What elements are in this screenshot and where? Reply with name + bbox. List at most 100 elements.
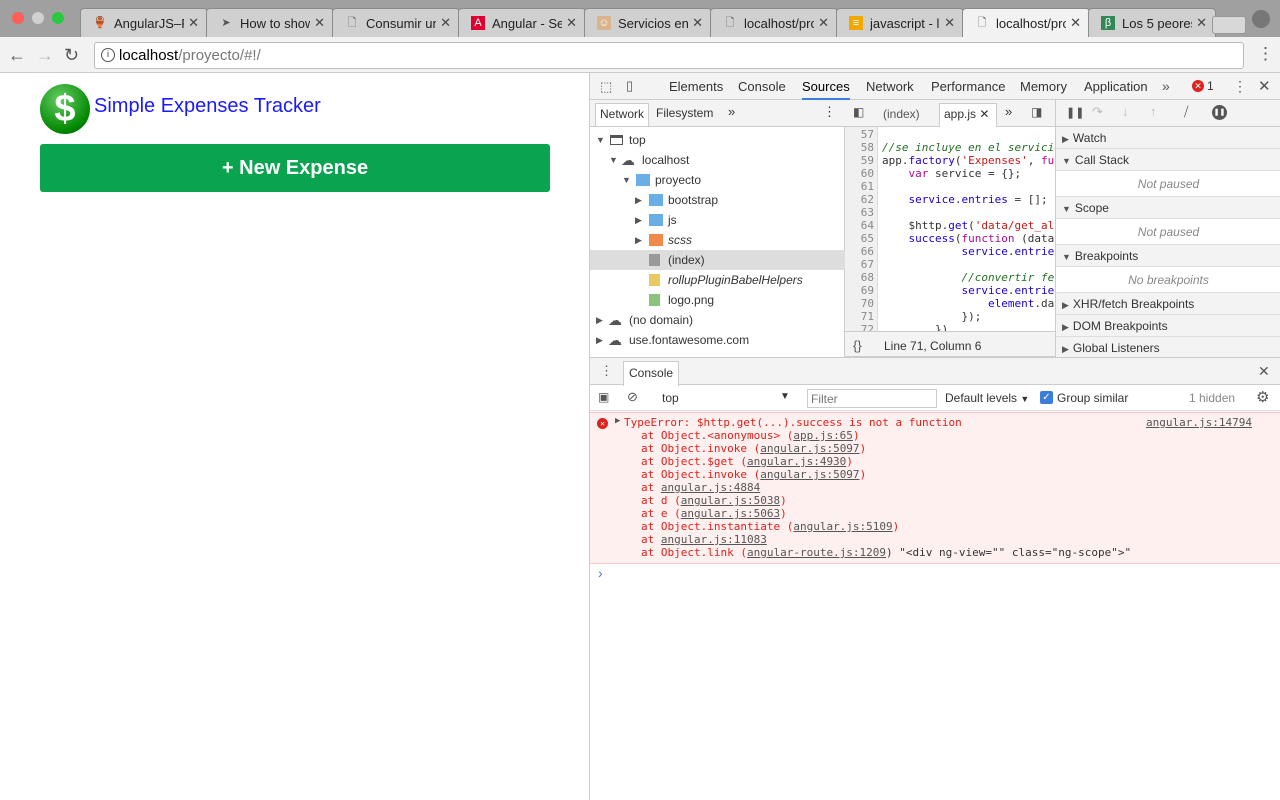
code-line[interactable]: 69 service.entries <box>845 284 1055 297</box>
close-devtools-icon[interactable]: ✕ <box>1258 77 1271 95</box>
tree-item[interactable]: ▼ proyecto <box>590 170 845 190</box>
pause-icon[interactable]: ❚❚ <box>1066 106 1084 119</box>
tree-item[interactable]: rollupPluginBabelHelpers <box>590 270 845 290</box>
context-selector[interactable]: top <box>662 391 679 405</box>
line-number[interactable]: 60 <box>845 167 874 180</box>
tree-item[interactable]: ▶ ☁ (no domain) <box>590 310 845 330</box>
forward-icon[interactable]: → <box>36 45 54 66</box>
minimize-window-button[interactable] <box>32 12 44 24</box>
devtools-tab-application[interactable]: Application <box>1084 73 1148 100</box>
close-tab-icon[interactable]: ✕ <box>818 15 829 31</box>
app-title[interactable]: Simple Expenses Tracker <box>94 95 321 118</box>
navigator-menu-icon[interactable]: ⋮ <box>823 104 836 120</box>
line-number[interactable]: 67 <box>845 258 874 271</box>
tree-item[interactable]: (index) <box>590 250 845 270</box>
close-tab-icon[interactable]: ✕ <box>440 15 451 31</box>
close-tab-icon[interactable]: ✕ <box>188 15 199 31</box>
navigator-tab-network[interactable]: Network <box>595 103 650 126</box>
code-line[interactable]: 72 }). <box>845 323 955 331</box>
step-out-icon[interactable]: ↑ <box>1150 104 1157 119</box>
line-number[interactable]: 69 <box>845 284 874 297</box>
code-line[interactable]: 59 app.factory('Expenses', function <box>845 154 1055 167</box>
code-line[interactable]: 70 element.dat <box>845 297 1055 310</box>
new-tab-button[interactable] <box>1212 16 1246 34</box>
editor-tab-appjs[interactable]: app.js ✕ <box>939 103 997 127</box>
log-levels-dropdown[interactable]: Default levels ▼ <box>945 391 1029 405</box>
close-tab-icon[interactable]: ✕ <box>1196 15 1207 31</box>
debugger-section-xhr-fetch-breakpoints[interactable]: ▶ XHR/fetch Breakpoints <box>1056 293 1280 315</box>
maximize-window-button[interactable] <box>52 12 64 24</box>
more-tabs-icon[interactable]: » <box>1162 78 1170 94</box>
toggle-debugger-icon[interactable]: ◨ <box>1031 105 1042 119</box>
line-number[interactable]: 70 <box>845 297 874 310</box>
stack-frame-link[interactable]: angular.js:11083 <box>661 533 767 546</box>
toggle-navigator-icon[interactable]: ◧ <box>853 105 864 119</box>
debugger-section-dom-breakpoints[interactable]: ▶ DOM Breakpoints <box>1056 315 1280 337</box>
browser-tab[interactable]: ☺ Servicios en ✕ <box>584 8 712 37</box>
code-line[interactable]: 64 $http.get('data/get_all <box>845 219 1055 232</box>
reload-icon[interactable]: ↻ <box>64 45 79 66</box>
stack-frame-link[interactable]: angular.js:4884 <box>661 481 760 494</box>
close-tab-icon[interactable]: ✕ <box>314 15 325 31</box>
browser-tab[interactable]: ≡ javascript - l ✕ <box>836 8 964 37</box>
tree-item[interactable]: ▶ scss <box>590 230 845 250</box>
stack-frame-link[interactable]: angular.js:4930 <box>747 455 846 468</box>
devtools-tab-network[interactable]: Network <box>866 73 914 100</box>
stack-frame-link[interactable]: angular.js:5063 <box>681 507 780 520</box>
tree-item[interactable]: ▶ js <box>590 210 845 230</box>
devtools-tab-memory[interactable]: Memory <box>1020 73 1067 100</box>
collapsed-arrow-icon[interactable]: ▶ <box>596 330 603 350</box>
close-tab-icon[interactable]: ✕ <box>566 15 577 31</box>
code-line[interactable]: 68 //convertir fec <box>845 271 1055 284</box>
console-filter-input[interactable] <box>807 389 937 408</box>
new-expense-button[interactable]: + New Expense <box>40 144 550 192</box>
close-tab-icon[interactable]: ✕ <box>979 107 989 121</box>
close-drawer-icon[interactable]: ✕ <box>1258 363 1270 380</box>
inspect-element-icon[interactable]: ⬚ <box>600 79 612 95</box>
browser-tab[interactable]: A Angular - Se ✕ <box>458 8 586 37</box>
address-bar[interactable]: i localhost/proyecto/#!/ <box>94 42 1244 69</box>
code-line[interactable]: 60 var service = {}; <box>845 167 1021 180</box>
devtools-tab-sources[interactable]: Sources <box>802 73 850 100</box>
line-number[interactable]: 61 <box>845 180 874 193</box>
code-line[interactable]: 58 //se incluye en el servicio <box>845 141 1055 154</box>
close-tab-icon[interactable]: ✕ <box>944 15 955 31</box>
collapsed-arrow-icon[interactable]: ▶ <box>635 210 642 230</box>
more-editor-tabs-icon[interactable]: » <box>1005 104 1012 119</box>
drawer-menu-icon[interactable]: ⋮ <box>600 363 613 379</box>
expand-arrow-icon[interactable]: ▶ <box>615 416 620 426</box>
menu-icon[interactable]: ⋮ <box>1257 44 1274 64</box>
browser-tab[interactable]: 🏺 AngularJS–P ✕ <box>80 8 208 37</box>
tree-item[interactable]: ▼ top <box>590 130 845 150</box>
step-into-icon[interactable]: ↓ <box>1122 104 1129 119</box>
stack-frame-link[interactable]: angular-route.js:1209 <box>747 546 886 559</box>
pause-on-exceptions-icon[interactable]: ❚❚ <box>1212 105 1227 120</box>
code-line[interactable]: 66 service.entries <box>845 245 1055 258</box>
collapsed-arrow-icon[interactable]: ▶ <box>596 310 603 330</box>
line-number[interactable]: 63 <box>845 206 874 219</box>
line-number[interactable]: 59 <box>845 154 874 167</box>
line-number[interactable]: 64 <box>845 219 874 232</box>
step-over-icon[interactable]: ↷ <box>1092 104 1103 120</box>
more-navigator-tabs-icon[interactable]: » <box>728 104 735 119</box>
drawer-tab-console[interactable]: Console <box>623 361 680 386</box>
tree-item[interactable]: ▶ bootstrap <box>590 190 845 210</box>
devtools-tab-elements[interactable]: Elements <box>669 73 723 100</box>
error-source-link[interactable]: angular.js:14794 <box>1146 416 1252 429</box>
context-dropdown-icon[interactable]: ▼ <box>780 391 790 402</box>
line-number[interactable]: 66 <box>845 245 874 258</box>
code-line[interactable]: 61 <box>845 180 882 193</box>
device-toolbar-icon[interactable]: ▯ <box>626 78 633 94</box>
tree-item[interactable]: ▶ ☁ use.fontawesome.com <box>590 330 845 350</box>
clear-console-icon[interactable]: ⊘ <box>627 389 638 405</box>
collapsed-arrow-icon[interactable]: ▶ <box>635 190 642 210</box>
show-sidebar-icon[interactable]: ▣ <box>598 390 609 404</box>
tree-item[interactable]: ▼ ☁ localhost <box>590 150 845 170</box>
line-number[interactable]: 57 <box>845 128 874 141</box>
deactivate-breakpoints-icon[interactable]: ⧸ <box>1184 104 1188 120</box>
navigator-tab-filesystem[interactable]: Filesystem <box>656 106 713 120</box>
editor-tab-index[interactable]: (index) <box>883 107 920 121</box>
code-line[interactable]: 62 service.entries = []; <box>845 193 1048 206</box>
code-line[interactable]: 63 <box>845 206 882 219</box>
code-line[interactable]: 65 success(function (data <box>845 232 1054 245</box>
